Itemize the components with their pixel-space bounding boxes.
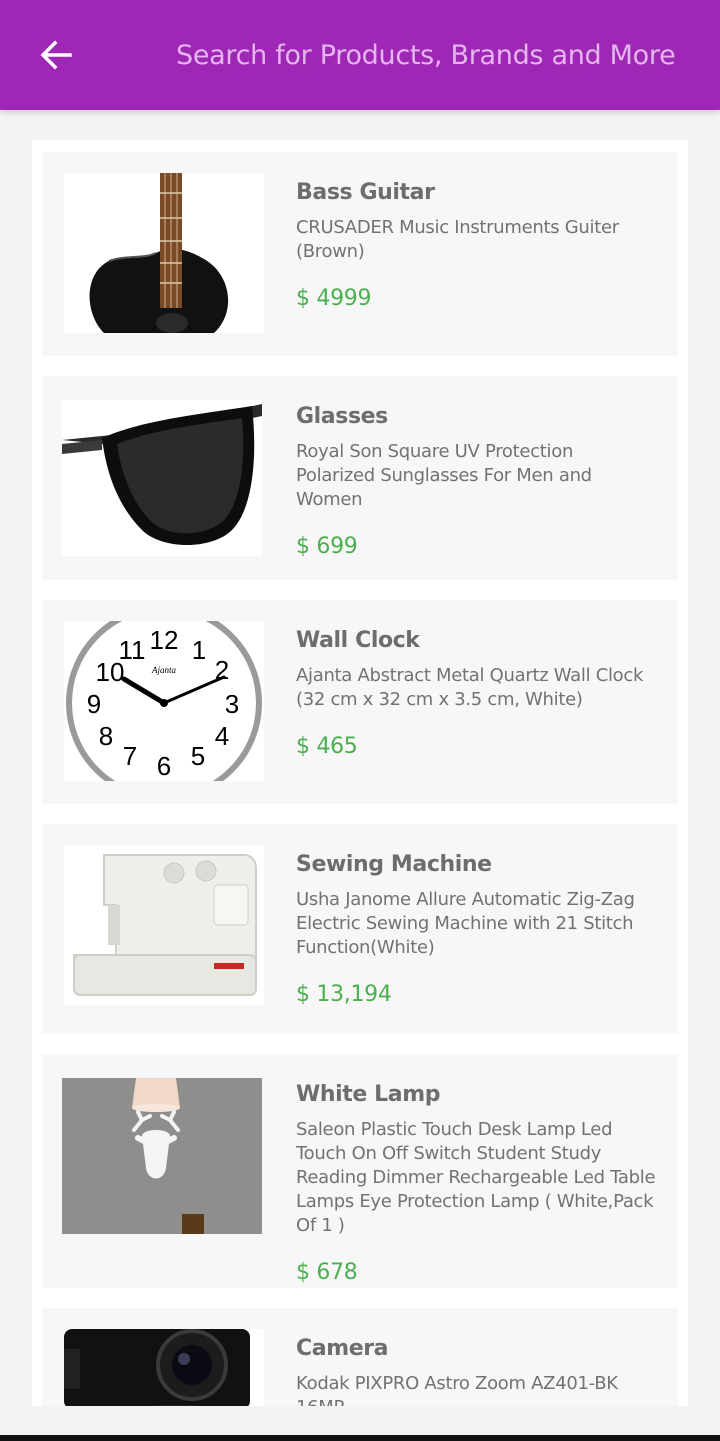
arrow-left-icon <box>40 40 72 70</box>
product-image-guitar <box>64 173 264 333</box>
product-info: Camera Kodak PIXPRO Astro Zoom AZ401-BK … <box>296 1334 656 1406</box>
product-description: Royal Son Square UV Protection Polarized… <box>296 441 592 510</box>
product-name: Sewing Machine <box>296 852 492 877</box>
product-image-camera <box>64 1329 264 1406</box>
svg-text:6: 6 <box>157 751 171 781</box>
product-card[interactable]: 12 1 2 345 678 9 10 11 Ajanta Wall Clock Aja… <box>42 600 678 804</box>
product-image-clock: 12 1 2 345 678 9 10 11 Ajanta <box>64 621 264 781</box>
svg-text:3: 3 <box>225 689 239 719</box>
product-description: Usha Janome Allure Automatic Zig-Zag Ele… <box>296 889 635 958</box>
svg-text:11: 11 <box>119 635 146 665</box>
product-name: Bass Guitar <box>296 180 435 205</box>
clock-brand: Ajanta <box>151 665 176 675</box>
product-name: Glasses <box>296 404 388 429</box>
product-info: Bass Guitar CRUSADER Music Instruments G… <box>296 178 656 314</box>
product-card[interactable]: Camera Kodak PIXPRO Astro Zoom AZ401-BK … <box>42 1308 678 1406</box>
product-price: $ 465 <box>296 734 358 759</box>
svg-text:8: 8 <box>99 721 113 751</box>
product-info: Glasses Royal Son Square UV Protection P… <box>296 402 656 562</box>
product-image-sewing-machine <box>64 845 264 1005</box>
product-info: Sewing Machine Usha Janome Allure Automa… <box>296 850 656 1010</box>
product-name: Wall Clock <box>296 628 420 653</box>
product-description: Kodak PIXPRO Astro Zoom AZ401-BK 16MP <box>296 1373 618 1406</box>
product-name: White Lamp <box>296 1082 441 1107</box>
product-price: $ 13,194 <box>296 982 392 1007</box>
product-card[interactable]: Bass Guitar CRUSADER Music Instruments G… <box>42 152 678 356</box>
svg-text:12: 12 <box>150 625 179 655</box>
svg-text:1: 1 <box>192 635 206 665</box>
svg-text:4: 4 <box>215 721 229 751</box>
svg-text:7: 7 <box>123 741 137 771</box>
product-list[interactable]: Bass Guitar CRUSADER Music Instruments G… <box>32 140 688 1406</box>
product-card[interactable]: Sewing Machine Usha Janome Allure Automa… <box>42 824 678 1034</box>
product-price: $ 678 <box>296 1260 358 1285</box>
product-image-lamp <box>62 1078 262 1234</box>
svg-text:9: 9 <box>87 689 101 719</box>
product-price: $ 699 <box>296 534 358 559</box>
product-info: Wall Clock Ajanta Abstract Metal Quartz … <box>296 626 656 762</box>
back-button[interactable] <box>36 35 76 75</box>
product-price: $ 4999 <box>296 286 372 311</box>
product-description: Ajanta Abstract Metal Quartz Wall Clock … <box>296 665 644 710</box>
product-description: CRUSADER Music Instruments Guiter (Brown… <box>296 217 619 262</box>
product-info: White Lamp Saleon Plastic Touch Desk Lam… <box>296 1080 656 1288</box>
svg-text:5: 5 <box>191 741 205 771</box>
app-bar: Search for Products, Brands and More <box>0 0 720 110</box>
product-description: Saleon Plastic Touch Desk Lamp Led Touch… <box>296 1119 656 1236</box>
search-input[interactable]: Search for Products, Brands and More <box>176 34 696 78</box>
product-card[interactable]: White Lamp Saleon Plastic Touch Desk Lam… <box>42 1054 678 1288</box>
system-nav-bar <box>0 1435 720 1441</box>
product-name: Camera <box>296 1336 389 1361</box>
product-image-glasses <box>62 400 262 556</box>
product-card[interactable]: Glasses Royal Son Square UV Protection P… <box>42 376 678 580</box>
